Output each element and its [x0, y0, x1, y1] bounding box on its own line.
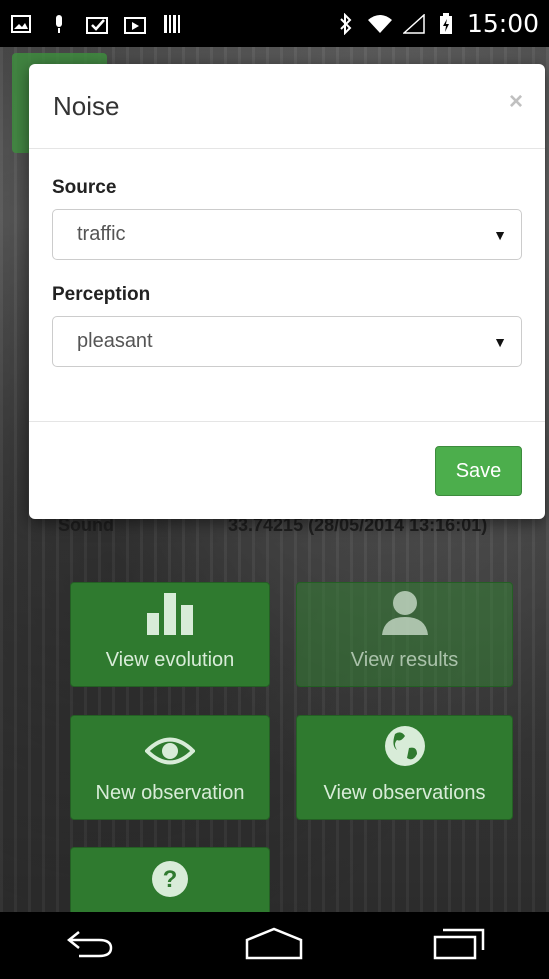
modal-footer: Save [29, 421, 545, 519]
view-evolution-label: View evolution [105, 649, 235, 671]
source-label: Source [52, 177, 117, 198]
back-icon[interactable] [65, 928, 115, 963]
status-time: 15:00 [466, 9, 539, 38]
signal-icon [402, 13, 425, 35]
new-observation-label: New observation [95, 782, 245, 804]
modal-header: Noise × [29, 64, 545, 149]
wifi-icon [367, 13, 393, 35]
clipboard-check-icon [86, 13, 108, 35]
bar-chart-icon [145, 591, 195, 641]
help-button[interactable]: ? [70, 847, 270, 912]
save-button[interactable]: Save [435, 446, 522, 496]
home-icon[interactable] [244, 926, 304, 965]
navigation-bar [0, 912, 549, 979]
view-results-label: View results [350, 649, 459, 671]
source-value: traffic [77, 223, 126, 245]
mic-notification-icon [48, 13, 70, 35]
view-evolution-button[interactable]: View evolution [70, 582, 270, 687]
perception-label: Perception [52, 284, 151, 305]
new-observation-button[interactable]: New observation [70, 715, 270, 820]
view-results-button[interactable]: View results [296, 582, 513, 687]
perception-select[interactable]: pleasant ▼ [52, 316, 522, 367]
globe-icon [383, 724, 427, 774]
view-observations-label: View observations [323, 782, 486, 804]
dropdown-arrow-icon: ▼ [493, 333, 507, 350]
status-bar: 15:00 [0, 0, 549, 47]
perception-value: pleasant [77, 330, 153, 352]
close-icon[interactable]: × [509, 88, 523, 116]
svg-text:?: ? [163, 866, 178, 893]
battery-charging-icon [435, 12, 457, 35]
eye-icon [144, 734, 196, 774]
help-icon: ? [150, 859, 190, 905]
modal-body: Source traffic ▼ Perception pleasant ▼ [29, 149, 545, 413]
video-clipboard-icon [124, 13, 146, 35]
bluetooth-icon [335, 12, 357, 35]
user-icon [380, 589, 430, 641]
image-notification-icon [10, 13, 32, 35]
recent-apps-icon[interactable] [433, 926, 485, 965]
barcode-icon [162, 13, 184, 35]
modal-title: Noise [53, 90, 120, 121]
noise-modal: Noise × Source traffic ▼ Perception plea… [29, 64, 545, 519]
source-select[interactable]: traffic ▼ [52, 209, 522, 260]
dropdown-arrow-icon: ▼ [493, 226, 507, 243]
view-observations-button[interactable]: View observations [296, 715, 513, 820]
